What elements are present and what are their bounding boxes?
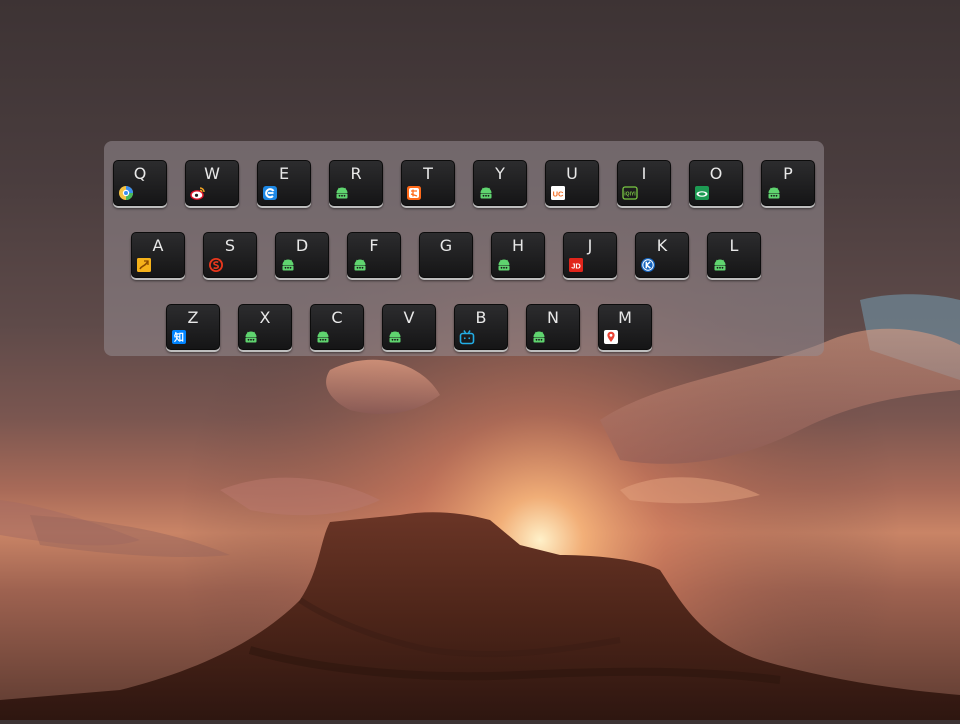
key-u[interactable]: U UC (545, 160, 599, 206)
key-w[interactable]: W (185, 160, 239, 206)
key-e[interactable]: E (257, 160, 311, 206)
key-r[interactable]: R (329, 160, 383, 206)
android-icon (243, 329, 259, 345)
key-letter: W (204, 164, 220, 183)
key-h[interactable]: H (491, 232, 545, 278)
jd-icon: JD (568, 257, 584, 273)
android-icon (712, 257, 728, 273)
zhihu-icon: 知 (171, 329, 187, 345)
android-icon (280, 257, 296, 273)
key-letter: G (439, 236, 453, 255)
key-c[interactable]: C (310, 304, 364, 350)
key-letter: U (566, 164, 578, 183)
key-letter: E (278, 164, 290, 183)
key-q[interactable]: Q (113, 160, 167, 206)
key-letter: A (152, 236, 164, 255)
map-pin-icon (603, 329, 619, 345)
key-letter: H (511, 236, 525, 255)
key-letter: O (709, 164, 723, 183)
android-icon (496, 257, 512, 273)
key-x[interactable]: X (238, 304, 292, 350)
svg-text:JD: JD (571, 262, 581, 271)
desktop-wallpaper (0, 0, 960, 720)
key-a[interactable]: A (131, 232, 185, 278)
key-letter: V (403, 308, 415, 327)
key-y[interactable]: Y (473, 160, 527, 206)
key-letter: X (259, 308, 271, 327)
android-icon (478, 185, 494, 201)
key-letter: Q (133, 164, 147, 183)
blue-e-icon (262, 185, 278, 201)
key-j[interactable]: J JD (563, 232, 617, 278)
key-letter: Z (187, 308, 199, 327)
green-eye-icon (694, 185, 710, 201)
key-letter: C (331, 308, 343, 327)
key-n[interactable]: N (526, 304, 580, 350)
key-l[interactable]: L (707, 232, 761, 278)
key-t[interactable]: T (401, 160, 455, 206)
key-i[interactable]: IiQIYI (617, 160, 671, 206)
key-p[interactable]: P (761, 160, 815, 206)
sunset-mesa-landscape (0, 0, 960, 720)
key-g[interactable]: G (419, 232, 473, 278)
key-letter: L (729, 236, 739, 255)
weibo-icon (190, 185, 206, 201)
key-letter: M (618, 308, 632, 327)
svg-text:UC: UC (553, 190, 564, 199)
key-letter: K (656, 236, 668, 255)
key-letter: T (423, 164, 433, 183)
svg-text:知: 知 (173, 331, 184, 344)
key-f[interactable]: F (347, 232, 401, 278)
key-letter: P (783, 164, 793, 183)
taobao-icon (406, 185, 422, 201)
svg-text:iQIYI: iQIYI (624, 192, 636, 198)
key-z[interactable]: Z知 (166, 304, 220, 350)
key-d[interactable]: D (275, 232, 329, 278)
key-letter: Y (495, 164, 505, 183)
key-letter: J (587, 236, 593, 255)
bilibili-icon (459, 329, 475, 345)
key-k[interactable]: K (635, 232, 689, 278)
key-letter: F (369, 236, 379, 255)
key-b[interactable]: B (454, 304, 508, 350)
android-icon (531, 329, 547, 345)
iqiyi-icon: iQIYI (622, 185, 638, 201)
key-letter: D (295, 236, 309, 255)
yellow-flag-icon (136, 257, 152, 273)
android-icon (315, 329, 331, 345)
android-icon (766, 185, 782, 201)
key-letter: I (641, 164, 647, 183)
key-o[interactable]: O (689, 160, 743, 206)
browser-orb-icon (118, 185, 134, 201)
android-icon (387, 329, 403, 345)
key-letter: R (350, 164, 362, 183)
key-s[interactable]: S (203, 232, 257, 278)
android-icon (352, 257, 368, 273)
blue-k-icon (640, 257, 656, 273)
key-letter: S (224, 236, 236, 255)
key-v[interactable]: V (382, 304, 436, 350)
key-letter: B (475, 308, 487, 327)
uc-browser-icon: UC (550, 185, 566, 201)
key-letter: N (547, 308, 559, 327)
sogou-icon (208, 257, 224, 273)
android-icon (334, 185, 350, 201)
key-m[interactable]: M (598, 304, 652, 350)
